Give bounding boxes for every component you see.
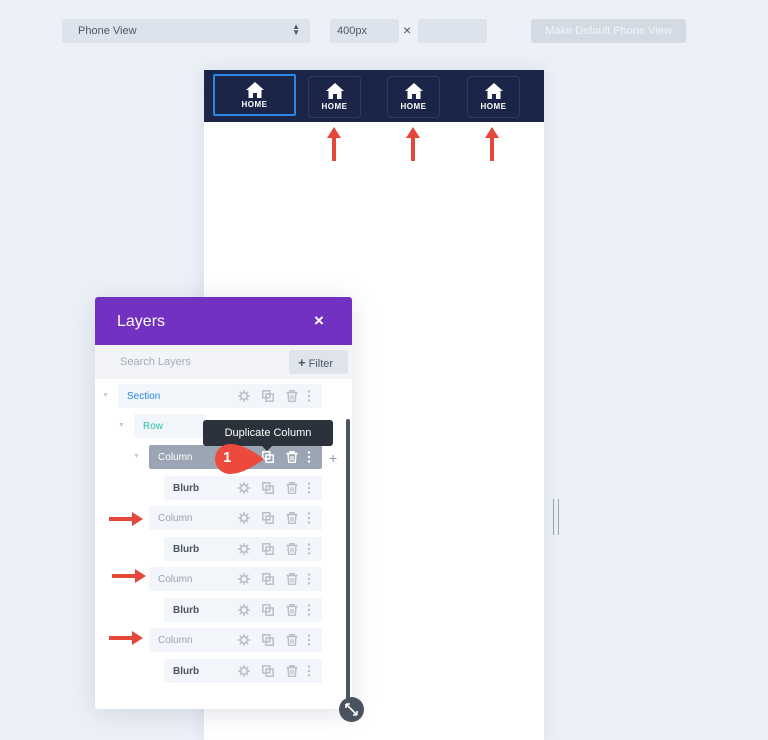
plus-icon: + (298, 355, 306, 370)
more-vertical-icon[interactable] (306, 665, 312, 677)
duplicate-icon[interactable] (262, 512, 274, 524)
add-module-icon[interactable]: + (329, 450, 337, 466)
collapse-triangle-icon[interactable]: ▼ (102, 392, 109, 399)
layer-label: Blurb (173, 483, 200, 494)
home-icon (245, 82, 264, 98)
tooltip-text: Duplicate Column (224, 427, 312, 439)
width-input[interactable]: 400px (330, 19, 399, 43)
right-arrow-icon (112, 569, 146, 583)
up-arrow-icon (327, 127, 341, 161)
view-mode-value: Phone View (78, 25, 137, 37)
search-layers-input[interactable]: Search Layers (120, 356, 191, 368)
layer-label: Column (158, 574, 193, 585)
trash-icon[interactable] (286, 390, 298, 402)
collapse-triangle-icon[interactable]: ▼ (133, 453, 140, 460)
nav-home-button-3[interactable]: HOME (387, 76, 440, 118)
layers-title: Layers (117, 313, 166, 330)
layers-scrollbar[interactable] (346, 419, 350, 707)
duplicate-icon[interactable] (262, 482, 274, 494)
settings-icon[interactable] (238, 512, 250, 524)
canvas-resize-divider[interactable] (553, 499, 559, 535)
settings-icon[interactable] (238, 573, 250, 585)
home-icon (484, 83, 503, 99)
nav-home-button-1[interactable]: HOME (213, 74, 296, 116)
more-vertical-icon[interactable] (306, 512, 312, 524)
nav-home-label: HOME (480, 102, 507, 111)
trash-icon[interactable] (286, 604, 298, 616)
more-vertical-icon[interactable] (306, 573, 312, 585)
height-input[interactable] (418, 19, 487, 43)
home-icon (404, 83, 423, 99)
settings-icon[interactable] (238, 482, 250, 494)
nav-home-label: HOME (400, 102, 427, 111)
layer-row[interactable]: Row (134, 414, 206, 438)
duplicate-icon[interactable] (262, 543, 274, 555)
layer-label: Blurb (173, 605, 200, 616)
select-caret-icon: ▲ ▼ (292, 22, 300, 37)
up-arrow-icon (485, 127, 499, 161)
make-default-button[interactable]: Make Default Phone View (531, 19, 686, 43)
times-icon: × (403, 22, 412, 38)
more-vertical-icon[interactable] (306, 451, 312, 463)
panel-resize-handle[interactable] (339, 697, 364, 722)
trash-icon[interactable] (286, 573, 298, 585)
duplicate-icon[interactable] (262, 573, 274, 585)
duplicate-icon[interactable] (262, 634, 274, 646)
settings-icon[interactable] (238, 604, 250, 616)
layer-label: Column (158, 513, 193, 524)
nav-home-label: HOME (321, 102, 348, 111)
right-arrow-icon (109, 512, 143, 526)
filter-button[interactable]: + Filter (289, 350, 348, 374)
nav-home-button-4[interactable]: HOME (467, 76, 520, 118)
home-icon (325, 83, 344, 99)
step-badge (215, 444, 264, 474)
more-vertical-icon[interactable] (306, 543, 312, 555)
layer-label: Section (127, 391, 161, 402)
layer-label: Blurb (173, 544, 200, 555)
more-vertical-icon[interactable] (306, 604, 312, 616)
settings-icon[interactable] (238, 543, 250, 555)
more-vertical-icon[interactable] (306, 390, 312, 402)
more-vertical-icon[interactable] (306, 634, 312, 646)
step-badge-number: 1 (223, 449, 232, 466)
layer-label: Column (158, 635, 193, 646)
filter-label: Filter (308, 358, 334, 370)
layer-label: Blurb (173, 666, 200, 677)
up-arrow-icon (406, 127, 420, 161)
nav-home-label: HOME (241, 100, 268, 109)
make-default-label: Make Default Phone View (545, 25, 672, 37)
duplicate-icon[interactable] (262, 665, 274, 677)
collapse-triangle-icon[interactable]: ▼ (118, 422, 125, 429)
layer-label: Column (158, 452, 193, 463)
trash-icon[interactable] (286, 451, 298, 463)
trash-icon[interactable] (286, 634, 298, 646)
right-arrow-icon (109, 631, 143, 645)
view-mode-select[interactable]: Phone View ▲ ▼ (62, 19, 310, 43)
trash-icon[interactable] (286, 665, 298, 677)
settings-icon[interactable] (238, 390, 250, 402)
close-icon[interactable]: × (314, 311, 324, 331)
duplicate-icon[interactable] (262, 604, 274, 616)
settings-icon[interactable] (238, 665, 250, 677)
duplicate-icon[interactable] (262, 390, 274, 402)
trash-icon[interactable] (286, 482, 298, 494)
width-value: 400px (337, 25, 367, 37)
more-vertical-icon[interactable] (306, 482, 312, 494)
trash-icon[interactable] (286, 543, 298, 555)
nav-home-button-2[interactable]: HOME (308, 76, 361, 118)
trash-icon[interactable] (286, 512, 298, 524)
resize-diagonal-icon (345, 703, 358, 716)
layer-label: Row (143, 421, 164, 432)
settings-icon[interactable] (238, 634, 250, 646)
